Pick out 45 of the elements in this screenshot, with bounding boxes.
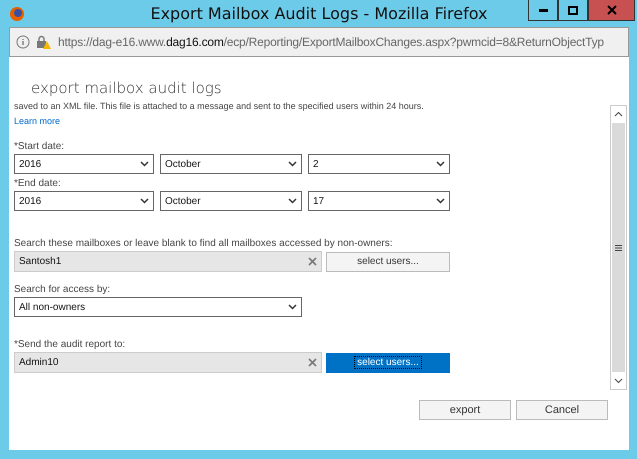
field-label: Search for access by: bbox=[14, 284, 112, 295]
chevron-down-icon bbox=[288, 161, 297, 167]
grip-icon bbox=[615, 244, 622, 250]
users-field[interactable]: Admin10 bbox=[14, 352, 322, 373]
chevron-down-icon bbox=[140, 161, 149, 167]
field-label: Search these mailboxes or leave blank to find all mailboxes accessed by non-owners: bbox=[14, 238, 394, 249]
chevron-down-icon bbox=[288, 198, 297, 204]
chevron-down-icon bbox=[288, 304, 297, 310]
minimize-button[interactable] bbox=[528, 0, 558, 21]
dialog-button[interactable]: Cancel bbox=[516, 400, 608, 420]
date-label: *Start date: bbox=[14, 141, 66, 152]
maximize-button[interactable] bbox=[558, 0, 588, 21]
lock-warning-icon bbox=[36, 35, 52, 49]
window-title: Export Mailbox Audit Logs - Mozilla Firefox bbox=[150, 4, 488, 23]
clear-icon[interactable] bbox=[308, 358, 317, 367]
access-select[interactable]: All non-owners bbox=[14, 297, 302, 317]
address-bar[interactable]: https://dag-e16.www.dag16.com/ecp/Reporting/ExportMailboxChanges.aspx?pwmcid=8&ReturnObjectTyp bbox=[9, 27, 629, 57]
month-select[interactable]: October bbox=[160, 154, 302, 174]
year-select[interactable]: 2016 bbox=[14, 191, 154, 211]
maximize-icon bbox=[568, 6, 578, 14]
day-select[interactable]: 2 bbox=[308, 154, 450, 174]
users-field[interactable]: Santosh1 bbox=[14, 251, 322, 272]
minimize-icon bbox=[538, 8, 548, 12]
page-title: export mailbox audit logs bbox=[30, 78, 223, 99]
scroll-thumb[interactable] bbox=[612, 123, 625, 372]
close-button[interactable] bbox=[588, 0, 635, 21]
field-label: *Send the audit report to: bbox=[14, 339, 126, 350]
select-users-button[interactable]: select users... bbox=[326, 252, 450, 272]
learn-more-link[interactable]: Learn more bbox=[14, 116, 60, 126]
browser-logo-icon bbox=[9, 6, 25, 22]
chevron-down-icon bbox=[436, 161, 445, 167]
dialog-button[interactable]: export bbox=[419, 400, 511, 420]
date-label: *End date: bbox=[14, 178, 62, 189]
url-text: https://dag-e16.www.dag16.com/ecp/Reporting/ExportMailboxChanges.aspx?pwmcid=8&ReturnObjectTyp bbox=[58, 35, 604, 49]
day-select[interactable]: 17 bbox=[308, 191, 450, 211]
month-select[interactable]: October bbox=[160, 191, 302, 211]
close-icon bbox=[606, 5, 616, 15]
chevron-down-icon bbox=[436, 198, 445, 204]
chevron-down-icon bbox=[140, 198, 149, 204]
scrollbar[interactable] bbox=[610, 105, 627, 390]
year-select[interactable]: 2016 bbox=[14, 154, 154, 174]
info-icon bbox=[16, 35, 30, 49]
select-users-button[interactable]: select users... bbox=[326, 352, 450, 372]
clear-icon[interactable] bbox=[308, 257, 317, 266]
intro-text: saved to an XML file. This file is attached to a message and sent to the specified users within 24 hours. bbox=[14, 101, 425, 111]
